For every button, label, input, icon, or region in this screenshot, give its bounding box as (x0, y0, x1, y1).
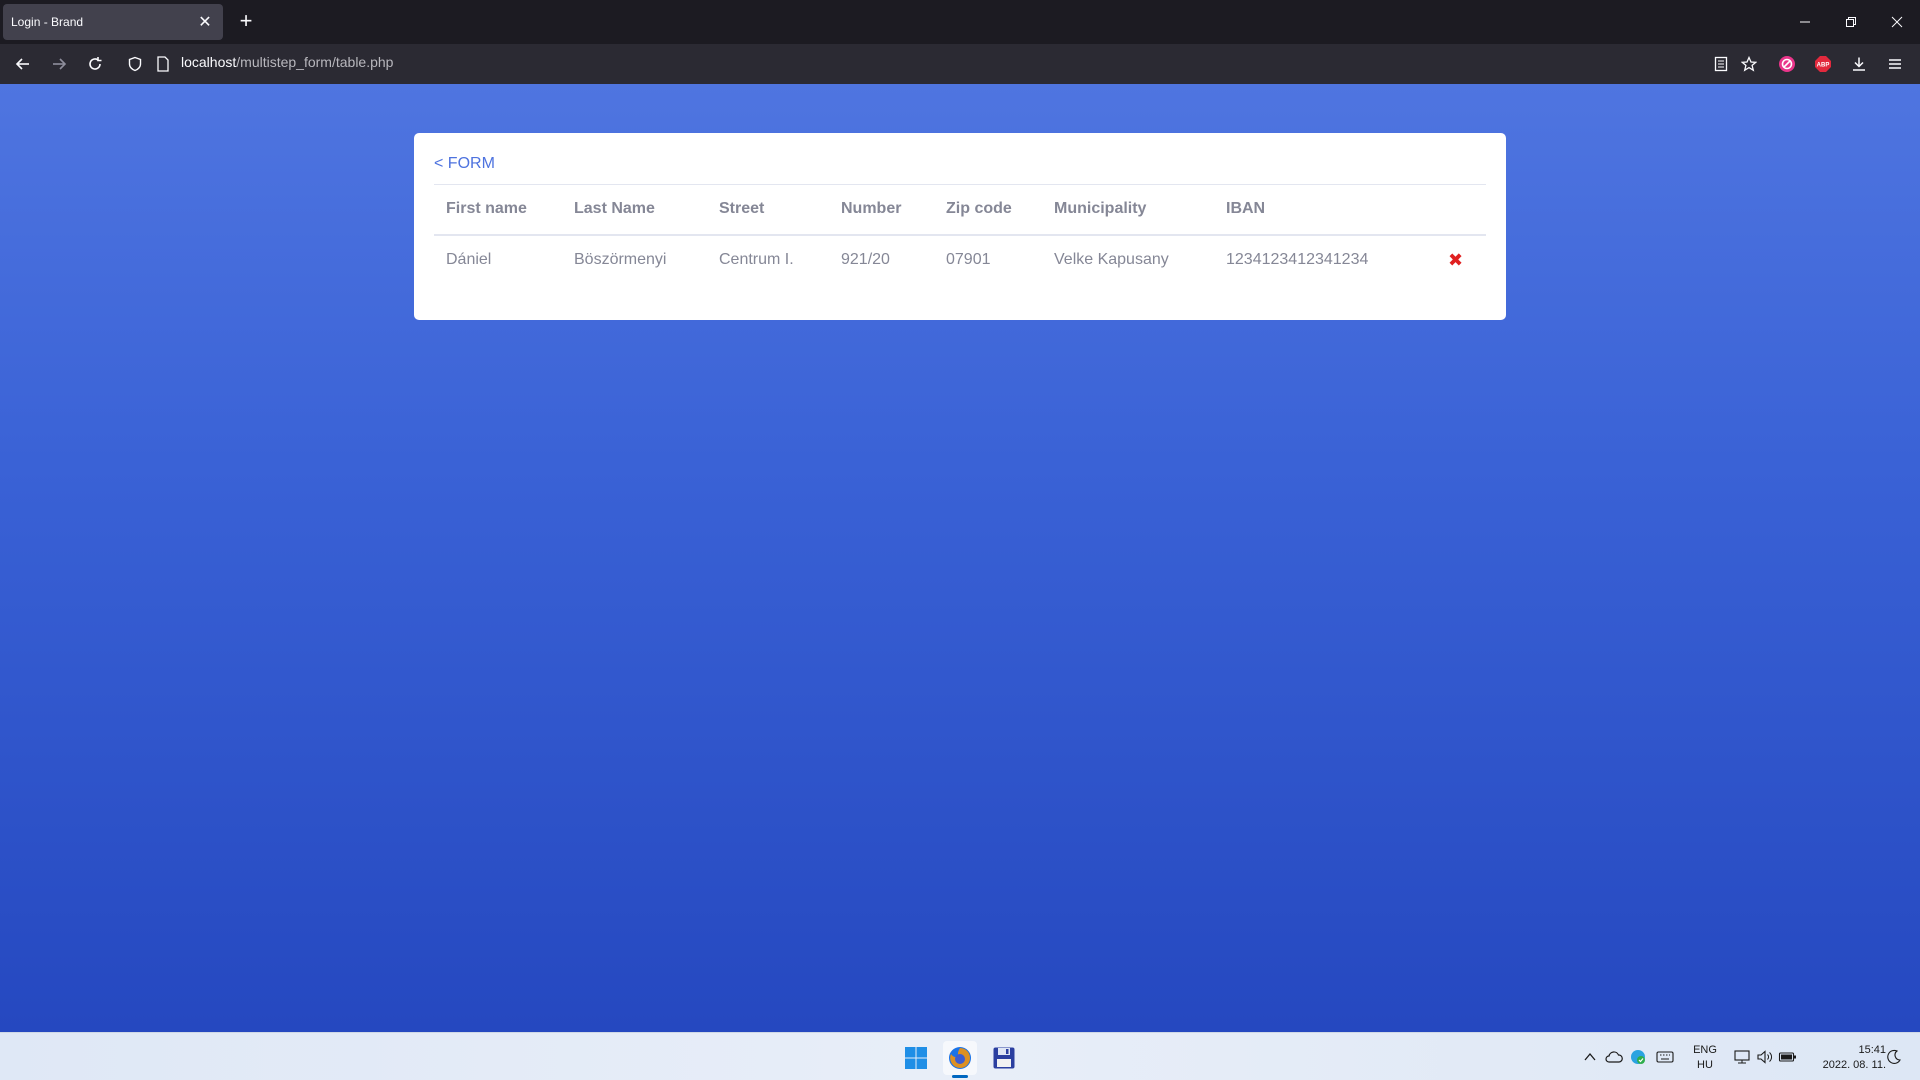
column-header-last-name: Last Name (562, 184, 707, 236)
network-icon[interactable] (1732, 1047, 1752, 1067)
url-host: localhost (181, 54, 237, 70)
cell-actions: ✖ (1436, 235, 1486, 285)
adblock-icon[interactable]: ABP (1809, 50, 1837, 78)
cell-last-name: Böszörmenyi (574, 251, 667, 268)
firefox-taskbar-icon[interactable] (943, 1041, 977, 1075)
column-header-zip-code: Zip code (934, 184, 1042, 236)
column-header-street: Street (707, 184, 829, 236)
close-window-icon[interactable] (1882, 8, 1912, 36)
column-header-municipality: Municipality (1042, 184, 1214, 236)
language-indicator[interactable]: ENG HU (1690, 1043, 1720, 1073)
keyboard-layout: HU (1697, 1059, 1713, 1071)
column-header-actions (1436, 184, 1486, 236)
shield-icon[interactable] (121, 50, 149, 78)
floppy-disk-icon[interactable] (987, 1041, 1021, 1075)
cell-first-name: Dániel (446, 251, 492, 268)
cell-number: 921/20 (841, 251, 890, 268)
svg-text:ABP: ABP (1817, 63, 1830, 69)
tab-title: Login - Brand (11, 15, 84, 29)
tab-active[interactable]: Login - Brand ✕ (3, 4, 223, 40)
cloud-icon[interactable] (1604, 1047, 1624, 1067)
download-icon[interactable] (1845, 50, 1873, 78)
cell-municipality: Velke Kapusany (1054, 251, 1169, 268)
back-to-form-link[interactable]: < FORM (434, 155, 495, 173)
volume-icon[interactable] (1755, 1047, 1775, 1067)
minimize-icon[interactable] (1790, 8, 1820, 36)
taskbar: ENG HU 15:41 2022. 08. 11. (0, 1032, 1920, 1080)
data-table: First name Last Name Street Number Zip c… (434, 184, 1486, 285)
page-icon[interactable] (149, 50, 177, 78)
table-row: Dániel Böszörmenyi Centrum I. 921/20 079… (434, 235, 1486, 285)
back-arrow-icon[interactable] (9, 50, 37, 78)
language-code: ENG (1693, 1044, 1717, 1056)
page-background: < FORM First name Last Name Street Numbe… (0, 84, 1920, 1032)
chevron-up-icon[interactable] (1580, 1047, 1600, 1067)
cell-street: Centrum I. (719, 251, 794, 268)
navigation-bar: localhost/multistep_form/table.php ABP (0, 44, 1920, 84)
delete-row-icon[interactable]: ✖ (1448, 250, 1463, 270)
new-tab-icon[interactable]: + (234, 10, 258, 34)
reader-view-icon[interactable] (1707, 50, 1735, 78)
moon-icon[interactable] (1884, 1047, 1904, 1067)
battery-icon[interactable] (1778, 1047, 1798, 1067)
cell-iban: 1234123412341234 (1226, 251, 1369, 268)
address-bar[interactable]: localhost/multistep_form/table.php (181, 54, 393, 70)
keyboard-icon[interactable] (1655, 1047, 1675, 1067)
active-app-indicator (952, 1075, 968, 1078)
column-header-first-name: First name (434, 184, 562, 236)
column-header-number: Number (829, 184, 934, 236)
restore-icon[interactable] (1836, 8, 1866, 36)
clock-date: 2022. 08. 11. (1822, 1059, 1886, 1071)
bookmark-star-icon[interactable] (1735, 50, 1763, 78)
clock-time: 15:41 (1858, 1044, 1886, 1056)
forward-arrow-icon[interactable] (45, 50, 73, 78)
system-clock[interactable]: 15:41 2022. 08. 11. (1806, 1043, 1886, 1073)
reload-icon[interactable] (81, 50, 109, 78)
tab-bar: Login - Brand ✕ + (0, 0, 1920, 44)
extension-privacy-icon[interactable] (1773, 50, 1801, 78)
url-path: /multistep_form/table.php (236, 54, 394, 70)
table-header-row: First name Last Name Street Number Zip c… (434, 184, 1486, 236)
windows-start-icon[interactable] (899, 1041, 933, 1075)
security-shield-icon[interactable] (1628, 1047, 1648, 1067)
column-header-iban: IBAN (1214, 184, 1436, 236)
cell-zip-code: 07901 (946, 251, 991, 268)
menu-icon[interactable] (1881, 50, 1909, 78)
close-tab-icon[interactable]: ✕ (193, 10, 217, 34)
table-card: < FORM First name Last Name Street Numbe… (414, 133, 1506, 320)
